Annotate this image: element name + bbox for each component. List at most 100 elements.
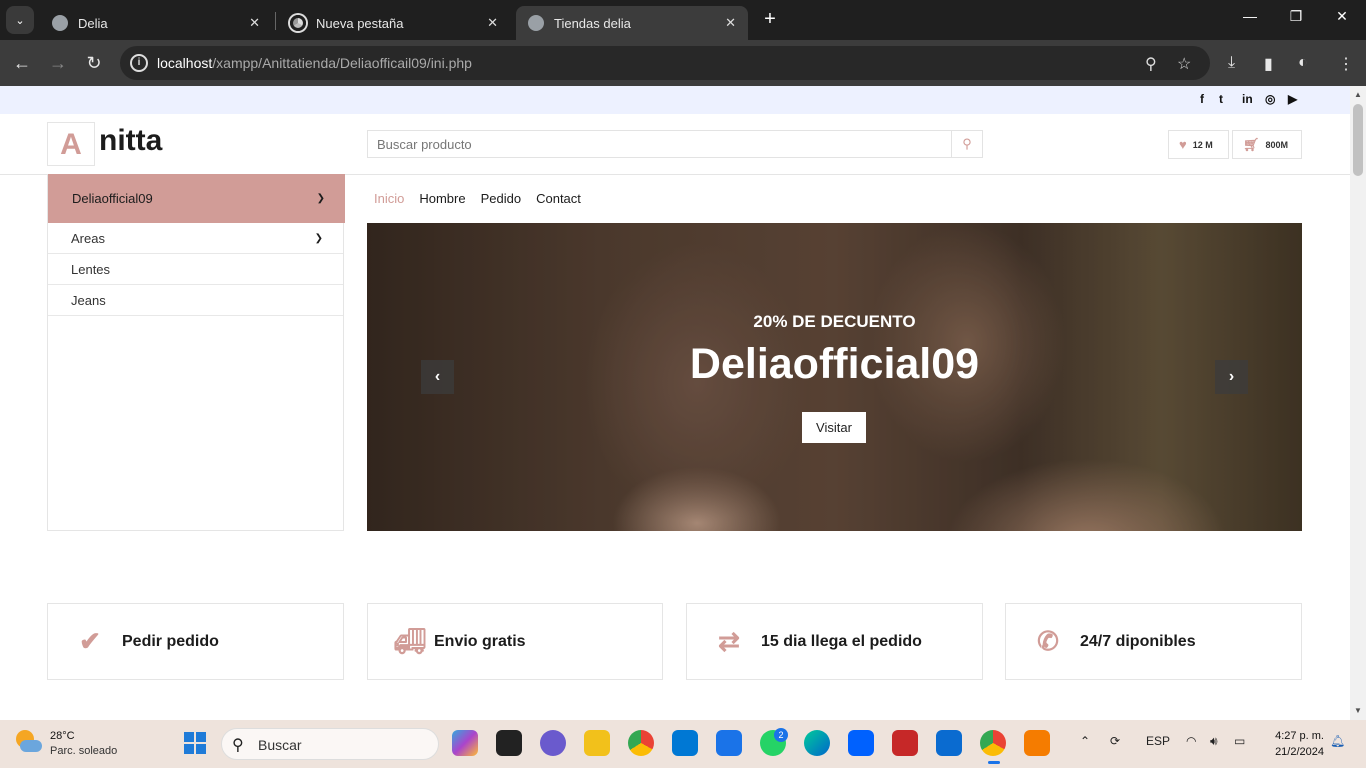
feature-pedir-pedido: ✔ Pedir pedido	[47, 603, 344, 680]
tab-new-tab[interactable]: Nueva pestaña ✕	[278, 6, 510, 40]
hero-title: Deliaofficial09	[689, 340, 980, 388]
sidebar-header-label: Deliaofficial09	[72, 191, 153, 206]
vscode-icon[interactable]	[936, 730, 962, 756]
winrar-icon[interactable]	[892, 730, 918, 756]
chevron-up-icon[interactable]: ⌃	[1080, 734, 1090, 748]
minimize-button[interactable]: —	[1230, 8, 1270, 24]
side-panel-icon[interactable]: ▮	[1264, 54, 1273, 74]
logo-text[interactable]: nitta	[99, 124, 162, 158]
globe-icon	[52, 15, 68, 31]
weather-widget[interactable]: 28°C Parc. soleado	[14, 728, 117, 758]
exchange-icon: ⇄	[718, 626, 740, 656]
youtube-icon[interactable]: ▶	[1288, 92, 1297, 106]
edge-icon[interactable]	[804, 730, 830, 756]
nav-contact[interactable]: Contact	[536, 191, 581, 206]
bookmark-star-icon[interactable]: ☆	[1177, 54, 1191, 74]
close-window-button[interactable]: ✕	[1322, 8, 1362, 25]
restore-button[interactable]: ❐	[1276, 8, 1316, 25]
truck-icon: 🚚︎	[393, 626, 427, 656]
logo-letter[interactable]: A	[47, 122, 95, 166]
check-icon: ✔	[79, 626, 101, 656]
copilot-icon[interactable]	[452, 730, 478, 756]
meet-icon[interactable]	[540, 730, 566, 756]
address-bar[interactable]: i localhost/xampp/Anittatienda/Deliaoffi…	[120, 46, 1210, 80]
clock-date: 21/2/2024	[1275, 746, 1324, 758]
zoom-icon[interactable]: ⚲	[1145, 54, 1157, 74]
wishlist-button[interactable]: ♥ 12 M	[1168, 130, 1229, 159]
tab-tiendas-delia[interactable]: Tiendas delia ✕	[516, 6, 748, 40]
linkedin-icon[interactable]: in	[1242, 92, 1253, 106]
page-scrollbar[interactable]: ▲ ▼	[1350, 86, 1366, 720]
tab-title: Tiendas delia	[554, 15, 631, 31]
chevron-down-icon: ❯	[316, 193, 325, 204]
tab-delia[interactable]: Delia ✕	[40, 6, 272, 40]
sync-icon[interactable]: ⟳	[1110, 734, 1120, 748]
scroll-thumb[interactable]	[1353, 104, 1363, 176]
clock[interactable]: 4:27 p. m. 21/2/2024	[1268, 728, 1324, 760]
sidebar-item-areas[interactable]: Areas ❯	[48, 223, 343, 254]
scroll-up-icon[interactable]: ▲	[1354, 90, 1362, 99]
sidebar-item-lentes[interactable]: Lentes	[48, 254, 343, 285]
site-info-icon[interactable]: i	[130, 54, 148, 72]
search-input[interactable]	[368, 131, 952, 157]
battery-icon[interactable]: ▭	[1234, 734, 1245, 748]
active-app-indicator	[988, 761, 1000, 764]
file-explorer-icon[interactable]	[584, 730, 610, 756]
profile-icon[interactable]: ◐	[1298, 54, 1308, 72]
sidebar-item-jeans[interactable]: Jeans	[48, 285, 343, 316]
weather-condition: Parc. soleado	[50, 745, 118, 757]
instagram-icon[interactable]: ◎	[1265, 92, 1275, 106]
close-icon[interactable]: ✕	[725, 15, 736, 31]
taskbar-search[interactable]: ⚲ Buscar	[221, 728, 439, 760]
close-icon[interactable]: ✕	[249, 15, 260, 31]
sidebar-item-label: Areas	[71, 231, 105, 246]
download-icon[interactable]: ⤓	[1228, 54, 1235, 72]
dropbox-icon[interactable]	[848, 730, 874, 756]
store-icon[interactable]	[672, 730, 698, 756]
task-view-icon[interactable]	[496, 730, 522, 756]
nav-inicio[interactable]: Inicio	[374, 191, 404, 206]
back-button[interactable]: ←	[10, 51, 34, 75]
notification-bell-icon[interactable]: 🔔︎	[1330, 734, 1345, 748]
feature-label: 15 dia llega el pedido	[761, 632, 922, 650]
url-text[interactable]: localhost/xampp/Anittatienda/Deliaoffica…	[157, 55, 472, 71]
forward-button[interactable]: →	[46, 51, 70, 75]
search-icon[interactable]: ⚲	[951, 131, 982, 157]
scroll-down-icon[interactable]: ▼	[1354, 706, 1362, 715]
wishlist-count: 12 M	[1192, 139, 1213, 150]
chrome-profile-icon[interactable]	[980, 730, 1006, 756]
tab-divider	[275, 12, 276, 30]
feature-24-7: ✆ 24/7 diponibles	[1005, 603, 1302, 680]
xampp-icon[interactable]	[1024, 730, 1050, 756]
sidebar-header[interactable]: Deliaofficial09 ❯	[48, 174, 345, 223]
visit-button[interactable]: Visitar	[802, 412, 866, 443]
cart-icon: 🛒︎	[1243, 136, 1260, 152]
reload-button[interactable]: ↻	[82, 51, 106, 75]
close-icon[interactable]: ✕	[487, 15, 498, 31]
nav-pedido[interactable]: Pedido	[481, 191, 521, 206]
new-tab-button[interactable]: +	[758, 8, 782, 32]
chevron-left-icon[interactable]: ‹	[421, 360, 454, 394]
chevron-right-icon[interactable]: ›	[1215, 360, 1248, 394]
category-sidebar: Deliaofficial09 ❯ Areas ❯ Lentes Jeans	[47, 174, 345, 531]
browser-toolbar: ← → ↻ i localhost/xampp/Anittatienda/Del…	[0, 40, 1366, 86]
facebook-icon[interactable]: f	[1200, 92, 1204, 106]
cart-count: 800M	[1265, 139, 1289, 150]
language-indicator[interactable]: ESP	[1146, 734, 1170, 748]
tab-search-icon[interactable]: ⌄	[6, 6, 34, 34]
start-button[interactable]	[184, 732, 206, 754]
volume-icon[interactable]: 🔊︎	[1210, 734, 1218, 749]
nav-hombre[interactable]: Hombre	[419, 191, 465, 206]
chrome-icon[interactable]	[628, 730, 654, 756]
menu-icon[interactable]: ⋮	[1338, 54, 1354, 74]
chevron-down-icon: ❯	[314, 233, 323, 244]
windows-taskbar: 28°C Parc. soleado ⚲ Buscar 2 ⌃ ⟳ ESP ◠ …	[0, 720, 1366, 768]
tab-title: Nueva pestaña	[316, 15, 404, 31]
hero-carousel: 20% DE DECUENTO Deliaofficial09 Visitar …	[367, 223, 1302, 531]
chrome-icon	[290, 15, 306, 31]
mail-icon[interactable]	[716, 730, 742, 756]
twitter-icon[interactable]: t	[1219, 92, 1223, 106]
wifi-icon[interactable]: ◠	[1186, 734, 1196, 748]
whatsapp-badge: 2	[774, 728, 788, 742]
cart-button[interactable]: 🛒︎ 800M	[1232, 130, 1302, 159]
